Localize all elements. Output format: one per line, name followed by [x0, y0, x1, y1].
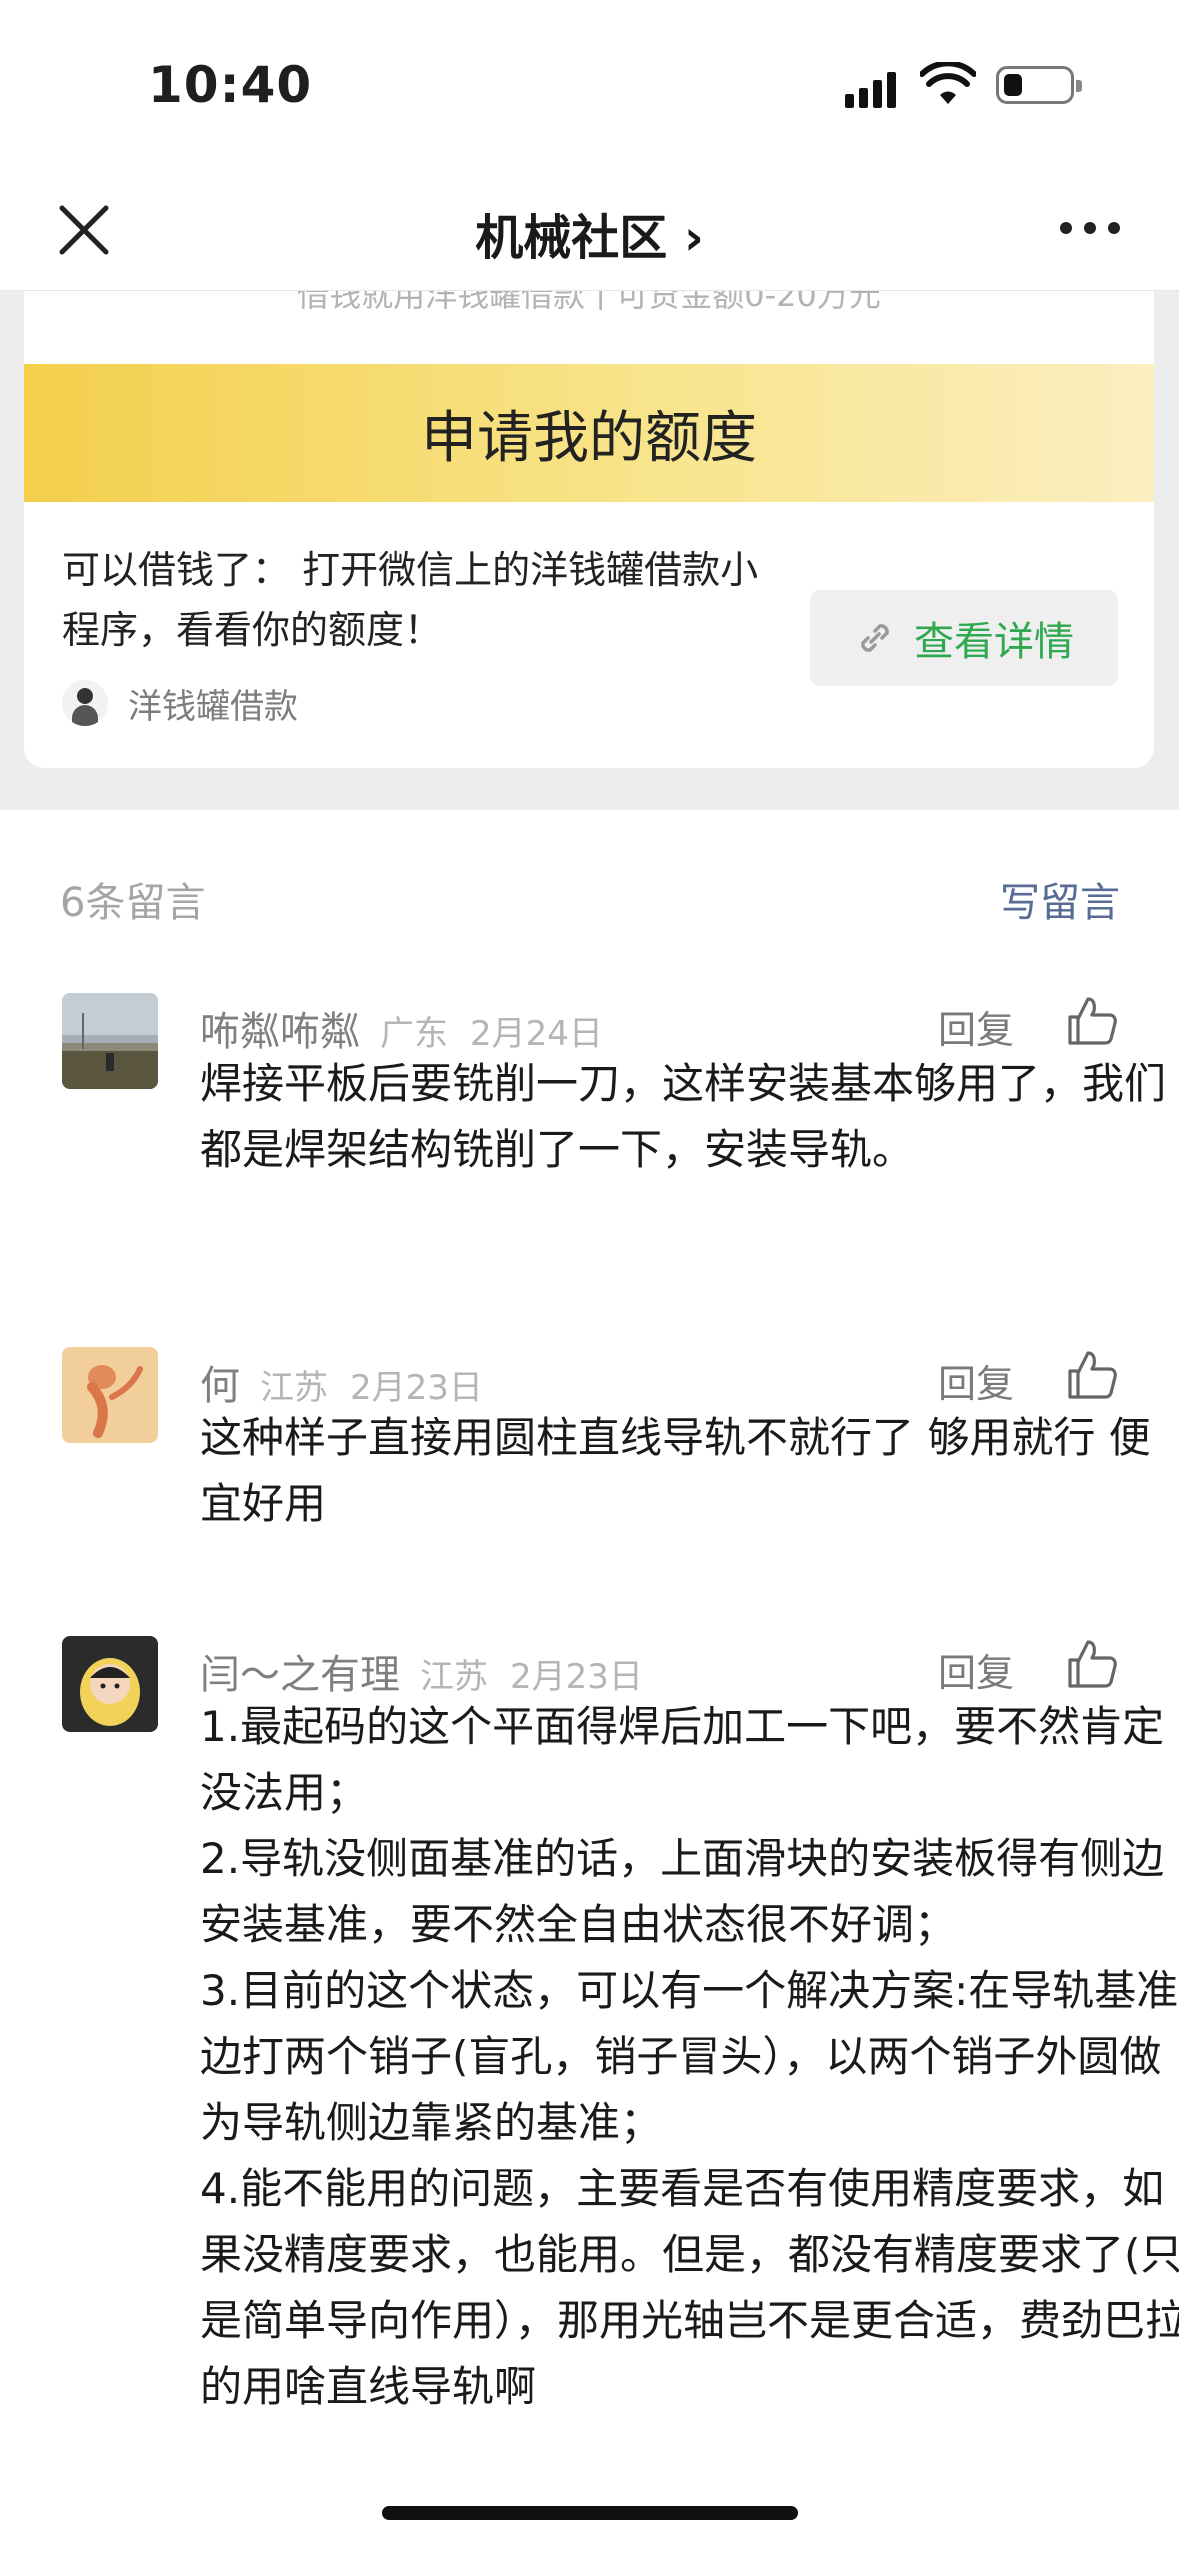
commenter-location: 广东 [380, 1014, 448, 1054]
reply-button[interactable]: 回复 [938, 1353, 1014, 1408]
status-time: 10:40 [148, 56, 313, 114]
thumbs-up-icon[interactable] [1064, 993, 1120, 1049]
commenter-name[interactable]: 咘粼咘粼 [200, 999, 360, 1057]
battery-icon [996, 66, 1082, 104]
ad-card: 借钱就用洋钱罐借款 | 可贷金额0-20万元 申请我的额度 可以借钱了： 打开微… [24, 290, 1154, 768]
thumbs-up-icon[interactable] [1064, 1636, 1120, 1692]
link-icon [861, 624, 889, 652]
account-title[interactable]: 机械社区 › [0, 198, 1179, 268]
comment-item: 何 江苏 2月23日 回复 这种样子直接用圆柱直线导轨不就行了 够用就行 便宜好… [62, 1347, 1151, 1547]
reply-button[interactable]: 回复 [938, 999, 1014, 1054]
comment-item: 咘粼咘粼 广东 2月24日 回复 焊接平板后要铣削一刀，这样安装基本够用了，我们… [62, 993, 1166, 1263]
ad-subtitle: 借钱就用洋钱罐借款 | 可贷金额0-20万元 [297, 290, 881, 310]
reply-button[interactable]: 回复 [938, 1642, 1014, 1697]
thumbs-up-icon[interactable] [1064, 1347, 1120, 1403]
view-details-label: 查看详情 [914, 619, 1074, 665]
cellular-signal-icon [845, 68, 905, 108]
comments-header: 6条留言 写留言 [60, 870, 1120, 930]
view-details-button[interactable]: 查看详情 [810, 590, 1118, 686]
ad-description: 可以借钱了： 打开微信上的洋钱罐借款小程序，看看你的额度！ [62, 548, 759, 652]
comment-date: 2月23日 [510, 1657, 643, 1697]
commenter-location: 江苏 [420, 1657, 488, 1697]
commenter-location: 江苏 [260, 1368, 328, 1408]
comment-meta: 何 江苏 2月23日 [200, 1353, 483, 1409]
comment-item: 闫～之有理 江苏 2月23日 回复 1.最起码的这个平面得焊后加工一下吧，要不然… [62, 1636, 1179, 2516]
comment-count: 6条留言 [60, 880, 206, 926]
commenter-name[interactable]: 何 [200, 1353, 240, 1411]
avatar[interactable] [62, 993, 158, 1089]
avatar[interactable] [62, 1347, 158, 1443]
comment-text: 焊接平板后要铣削一刀，这样安装基本够用了，我们都是焊架结构铣削了一下，安装导轨。 [200, 1059, 1167, 1174]
home-indicator[interactable] [382, 2506, 798, 2520]
avatar[interactable] [62, 1636, 158, 1732]
ad-apply-banner[interactable]: 申请我的额度 [24, 364, 1154, 502]
comment-text: 这种样子直接用圆柱直线导轨不就行了 够用就行 便宜好用 [200, 1413, 1151, 1528]
ad-brand-name: 洋钱罐借款 [128, 686, 298, 727]
nav-bar: 机械社区 › [0, 170, 1179, 291]
brand-avatar [62, 680, 108, 726]
comment-meta: 咘粼咘粼 广东 2月24日 [200, 999, 603, 1055]
wifi-icon [920, 62, 976, 104]
status-bar: 10:40 [0, 0, 1179, 170]
comment-text: 1.最起码的这个平面得焊后加工一下吧，要不然肯定没法用； 2.导轨没侧面基准的话… [200, 1702, 1179, 2411]
commenter-name[interactable]: 闫～之有理 [200, 1642, 400, 1700]
write-comment-button[interactable]: 写留言 [1000, 870, 1120, 928]
more-icon[interactable] [1060, 222, 1120, 238]
ad-brand[interactable]: 洋钱罐借款 [62, 678, 298, 728]
comment-date: 2月23日 [350, 1368, 483, 1408]
comment-meta: 闫～之有理 江苏 2月23日 [200, 1642, 643, 1698]
comment-date: 2月24日 [470, 1014, 603, 1054]
